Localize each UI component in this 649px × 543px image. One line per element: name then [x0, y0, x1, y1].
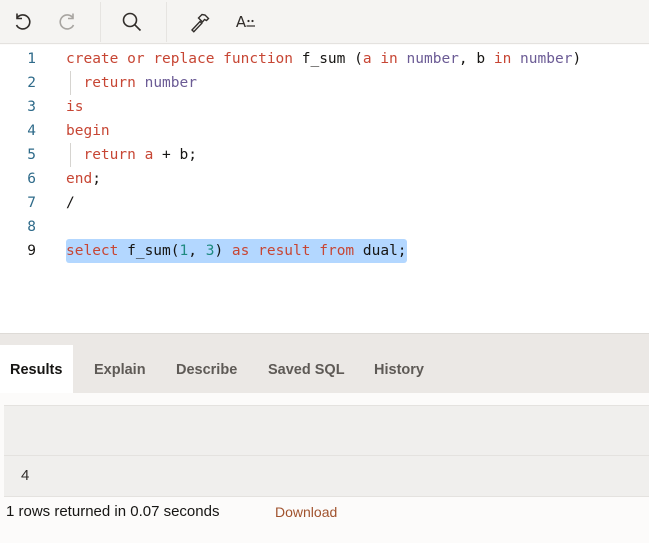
code-token: is — [66, 99, 84, 115]
code-text: return number — [66, 71, 197, 95]
code-token: a — [362, 51, 372, 67]
code-line[interactable]: 9 select f_sum(1, 3) as result from dual; — [0, 239, 649, 263]
dots-icon — [246, 19, 256, 27]
code-token: f_sum( — [118, 243, 180, 259]
line-number: 8 — [27, 219, 36, 235]
line-number: 4 — [27, 123, 36, 139]
sql-editor[interactable]: 1 create or replace function f_sum (a in … — [0, 45, 649, 333]
code-token: , — [188, 243, 206, 259]
line-number: 7 — [27, 195, 36, 211]
code-text: is — [66, 95, 83, 119]
tab-saved-sql[interactable]: Saved SQL — [268, 345, 345, 395]
code-token: from — [319, 243, 355, 259]
code-token: as — [231, 243, 250, 259]
redo-icon — [59, 13, 75, 30]
code-text: / — [66, 191, 75, 215]
code-text: return a + b; — [66, 143, 197, 167]
code-token: , b — [458, 51, 494, 67]
line-number: 1 — [27, 51, 36, 67]
tab-describe[interactable]: Describe — [176, 345, 237, 395]
code-token: dual; — [354, 243, 407, 259]
search-icon — [122, 12, 142, 32]
text-format-icon: A — [235, 13, 247, 31]
code-token: number — [520, 51, 573, 67]
code-line[interactable]: 8 — [0, 215, 649, 239]
code-token: / — [66, 195, 75, 211]
code-token: in — [380, 51, 398, 67]
redo-button[interactable] — [53, 8, 81, 36]
code-token: number — [406, 51, 459, 67]
results-grid-header — [4, 405, 649, 456]
code-token: + b; — [153, 147, 197, 163]
code-token: end — [66, 171, 93, 187]
code-line[interactable]: 7/ — [0, 191, 649, 215]
line-number: 9 — [27, 243, 36, 259]
code-token: return — [83, 147, 136, 163]
code-token: create — [66, 51, 119, 67]
toolbar-separator — [100, 2, 101, 42]
code-token: in — [493, 51, 512, 67]
code-line[interactable]: 1 create or replace function f_sum (a in … — [0, 47, 649, 71]
hammer-icon — [191, 13, 210, 33]
status-text: 1 rows returned in 0.07 seconds — [6, 503, 220, 520]
autocomplete-button[interactable]: A — [231, 8, 261, 36]
code-text: begin — [66, 119, 110, 143]
code-token: ) — [214, 243, 232, 259]
toolbar-separator — [166, 2, 167, 42]
code-token: ) — [572, 51, 582, 67]
code-token: function — [223, 51, 294, 67]
code-token: return — [83, 75, 136, 91]
code-token: ; — [92, 171, 101, 187]
tab-history[interactable]: History — [374, 345, 424, 395]
code-token: select — [66, 243, 119, 259]
table-row[interactable]: 4 — [4, 456, 649, 497]
tab-results[interactable]: Results — [0, 345, 74, 395]
code-line[interactable]: 5 return a + b; — [0, 143, 649, 167]
code-token: f_sum ( — [293, 51, 363, 67]
code-line[interactable]: 4 begin — [0, 119, 649, 143]
result-cell: 4 — [21, 467, 30, 484]
line-number: 6 — [27, 171, 36, 187]
code-text: create or replace function f_sum (a in n… — [66, 47, 581, 71]
undo-button[interactable] — [9, 8, 37, 36]
format-button[interactable] — [186, 8, 214, 36]
code-token: or — [127, 51, 145, 67]
find-button[interactable] — [118, 8, 146, 36]
undo-icon — [15, 13, 31, 30]
editor-toolbar: A — [0, 0, 649, 44]
code-text: end; — [66, 167, 101, 191]
code-token: result — [258, 243, 311, 259]
selected-code: select f_sum(1, 3) as result from dual; — [66, 239, 407, 263]
code-token: begin — [66, 123, 110, 139]
results-tabs: Results Explain Describe Saved SQL Histo… — [0, 333, 649, 395]
code-token: 1 — [179, 243, 189, 259]
code-token: number — [144, 75, 197, 91]
code-line[interactable]: 2 return number — [0, 71, 649, 95]
line-number: 2 — [27, 75, 36, 91]
download-link[interactable]: Download — [275, 504, 337, 520]
code-line[interactable]: 6 end; — [0, 167, 649, 191]
line-number: 3 — [27, 99, 36, 115]
code-line[interactable]: 3 is — [0, 95, 649, 119]
results-panel: 4 1 rows returned in 0.07 seconds Downlo… — [0, 393, 649, 543]
line-number: 5 — [27, 147, 36, 163]
code-token: replace — [153, 51, 215, 67]
tab-explain[interactable]: Explain — [94, 345, 146, 395]
